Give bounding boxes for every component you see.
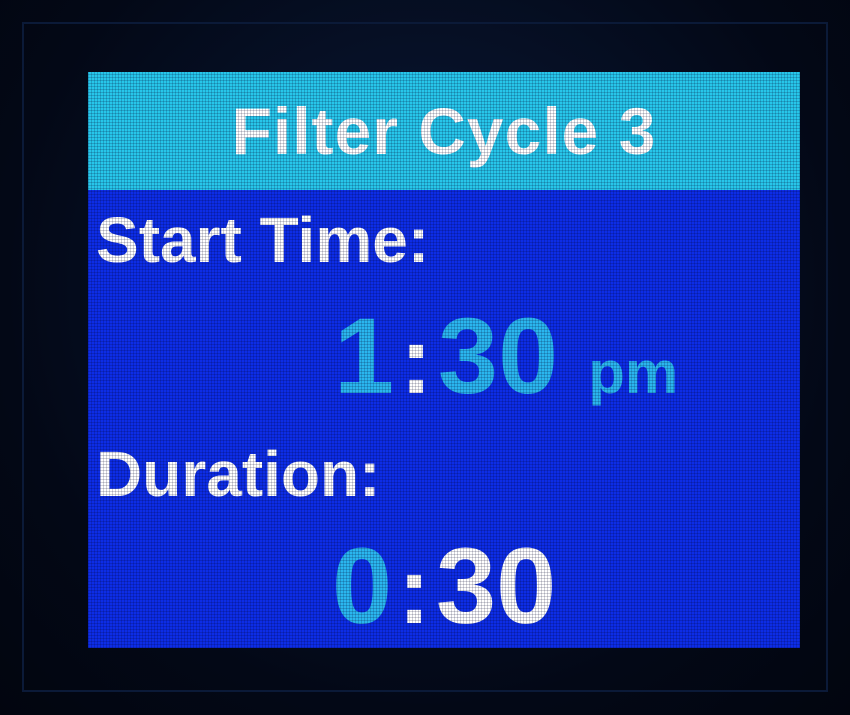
title-bar: Filter Cycle 3	[88, 72, 800, 190]
start-time-minutes[interactable]: 30	[438, 302, 558, 410]
start-time-separator: :	[400, 307, 433, 414]
duration-hours[interactable]: 0	[332, 532, 392, 640]
duration-minutes[interactable]: 30	[436, 532, 556, 640]
duration-value[interactable]: 0 : 30	[332, 532, 556, 640]
screen-title: Filter Cycle 3	[231, 94, 657, 168]
start-time-label: Start Time:	[96, 204, 430, 276]
start-time-meridiem[interactable]: pm	[588, 343, 678, 403]
start-time-hours[interactable]: 1	[334, 302, 394, 410]
duration-separator: :	[398, 537, 431, 644]
start-time-value[interactable]: 1 : 30 pm	[334, 302, 678, 410]
display-screen: Filter Cycle 3 Start Time: 1 : 30 pm Dur…	[88, 72, 800, 648]
duration-label: Duration:	[96, 438, 381, 510]
